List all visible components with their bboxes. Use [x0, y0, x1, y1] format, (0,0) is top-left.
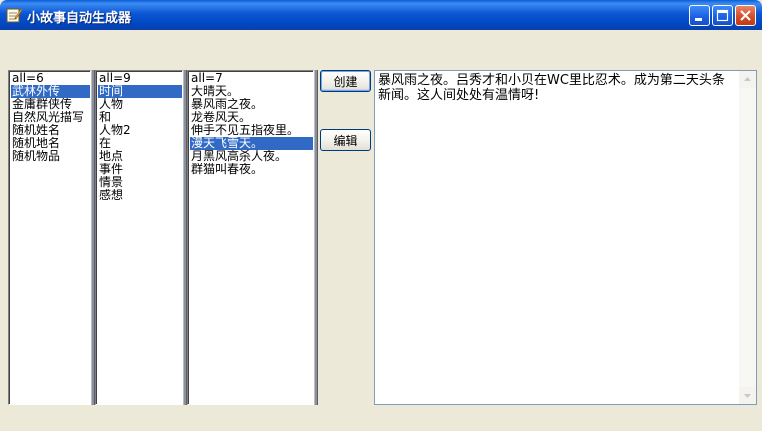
minimize-icon [695, 18, 702, 21]
list-header[interactable]: all=6 [11, 72, 90, 85]
list-item[interactable]: 龙卷风天。 [190, 111, 313, 124]
close-button[interactable] [735, 5, 756, 26]
list-item[interactable]: 感想 [98, 189, 182, 202]
splitter-3[interactable] [314, 70, 318, 405]
list-item[interactable]: 事件 [98, 163, 182, 176]
value-listbox[interactable]: all=7 大晴天。 暴风雨之夜。 龙卷风天。 伸手不见五指夜里。 漫天飞雪天。 月黑风高杀… [187, 70, 314, 405]
close-icon [740, 10, 751, 21]
list-item[interactable]: 人物 [98, 98, 182, 111]
list-item[interactable]: 随机物品 [11, 150, 90, 163]
list-item[interactable]: 月黑风高杀人夜。 [190, 150, 313, 163]
list-item[interactable]: 自然风光描写 [11, 111, 90, 124]
element-listbox[interactable]: all=9 时间 人物和人物2 在地点 事件 情景 感想 [95, 70, 183, 405]
category-listbox[interactable]: all=6 武林外传 金庸群侠传 自然风光描写 随机姓名 随机地名 随机物品 [8, 70, 91, 405]
title-bar[interactable]: 小故事自动生成器 [0, 0, 762, 30]
vertical-scrollbar[interactable] [739, 71, 756, 404]
list-item[interactable]: 时间 [98, 85, 182, 98]
minimize-button[interactable] [689, 5, 710, 26]
scroll-up-button[interactable] [739, 71, 756, 88]
list-item[interactable]: 伸手不见五指夜里。 [190, 124, 313, 137]
story-output-text: 暴风雨之夜。吕秀才和小贝在WC里比忍术。成为第二天头条新闻。这人间处处有温情呀! [378, 73, 725, 103]
list-item[interactable]: 随机姓名 [11, 124, 90, 137]
chevron-up-icon [744, 77, 751, 81]
list-item[interactable]: 金庸群侠传 [11, 98, 90, 111]
list-item[interactable]: 地点 [98, 150, 182, 163]
edit-button[interactable]: 编辑 [320, 129, 371, 151]
list-item[interactable]: 暴风雨之夜。 [190, 98, 313, 111]
create-button[interactable]: 创建 [320, 70, 371, 92]
list-item[interactable]: 情景 [98, 176, 182, 189]
list-item[interactable]: 在 [98, 137, 182, 150]
scroll-down-button[interactable] [739, 387, 756, 404]
list-item[interactable]: 大晴天。 [190, 85, 313, 98]
list-item[interactable]: 漫天飞雪天。 [190, 137, 313, 150]
maximize-button[interactable] [712, 5, 733, 26]
list-item[interactable]: 和 [98, 111, 182, 124]
pencil-note-icon [6, 7, 23, 23]
list-item[interactable]: 武林外传 [11, 85, 90, 98]
window-title: 小故事自动生成器 [27, 11, 132, 26]
list-item[interactable]: 群猫叫春夜。 [190, 163, 313, 176]
app-window: 小故事自动生成器 all=6 武林外传 金庸群侠传 自然风光描写 随机姓名 随机地名 随机物… [0, 0, 762, 431]
chevron-down-icon [744, 394, 751, 398]
list-item[interactable]: 随机地名 [11, 137, 90, 150]
list-item[interactable]: 人物2 [98, 124, 182, 137]
list-header[interactable]: all=7 [190, 72, 313, 85]
story-output-textarea[interactable]: 暴风雨之夜。吕秀才和小贝在WC里比忍术。成为第二天头条新闻。这人间处处有温情呀! [374, 70, 757, 405]
list-header[interactable]: all=9 [98, 72, 182, 85]
maximize-icon [716, 9, 729, 22]
